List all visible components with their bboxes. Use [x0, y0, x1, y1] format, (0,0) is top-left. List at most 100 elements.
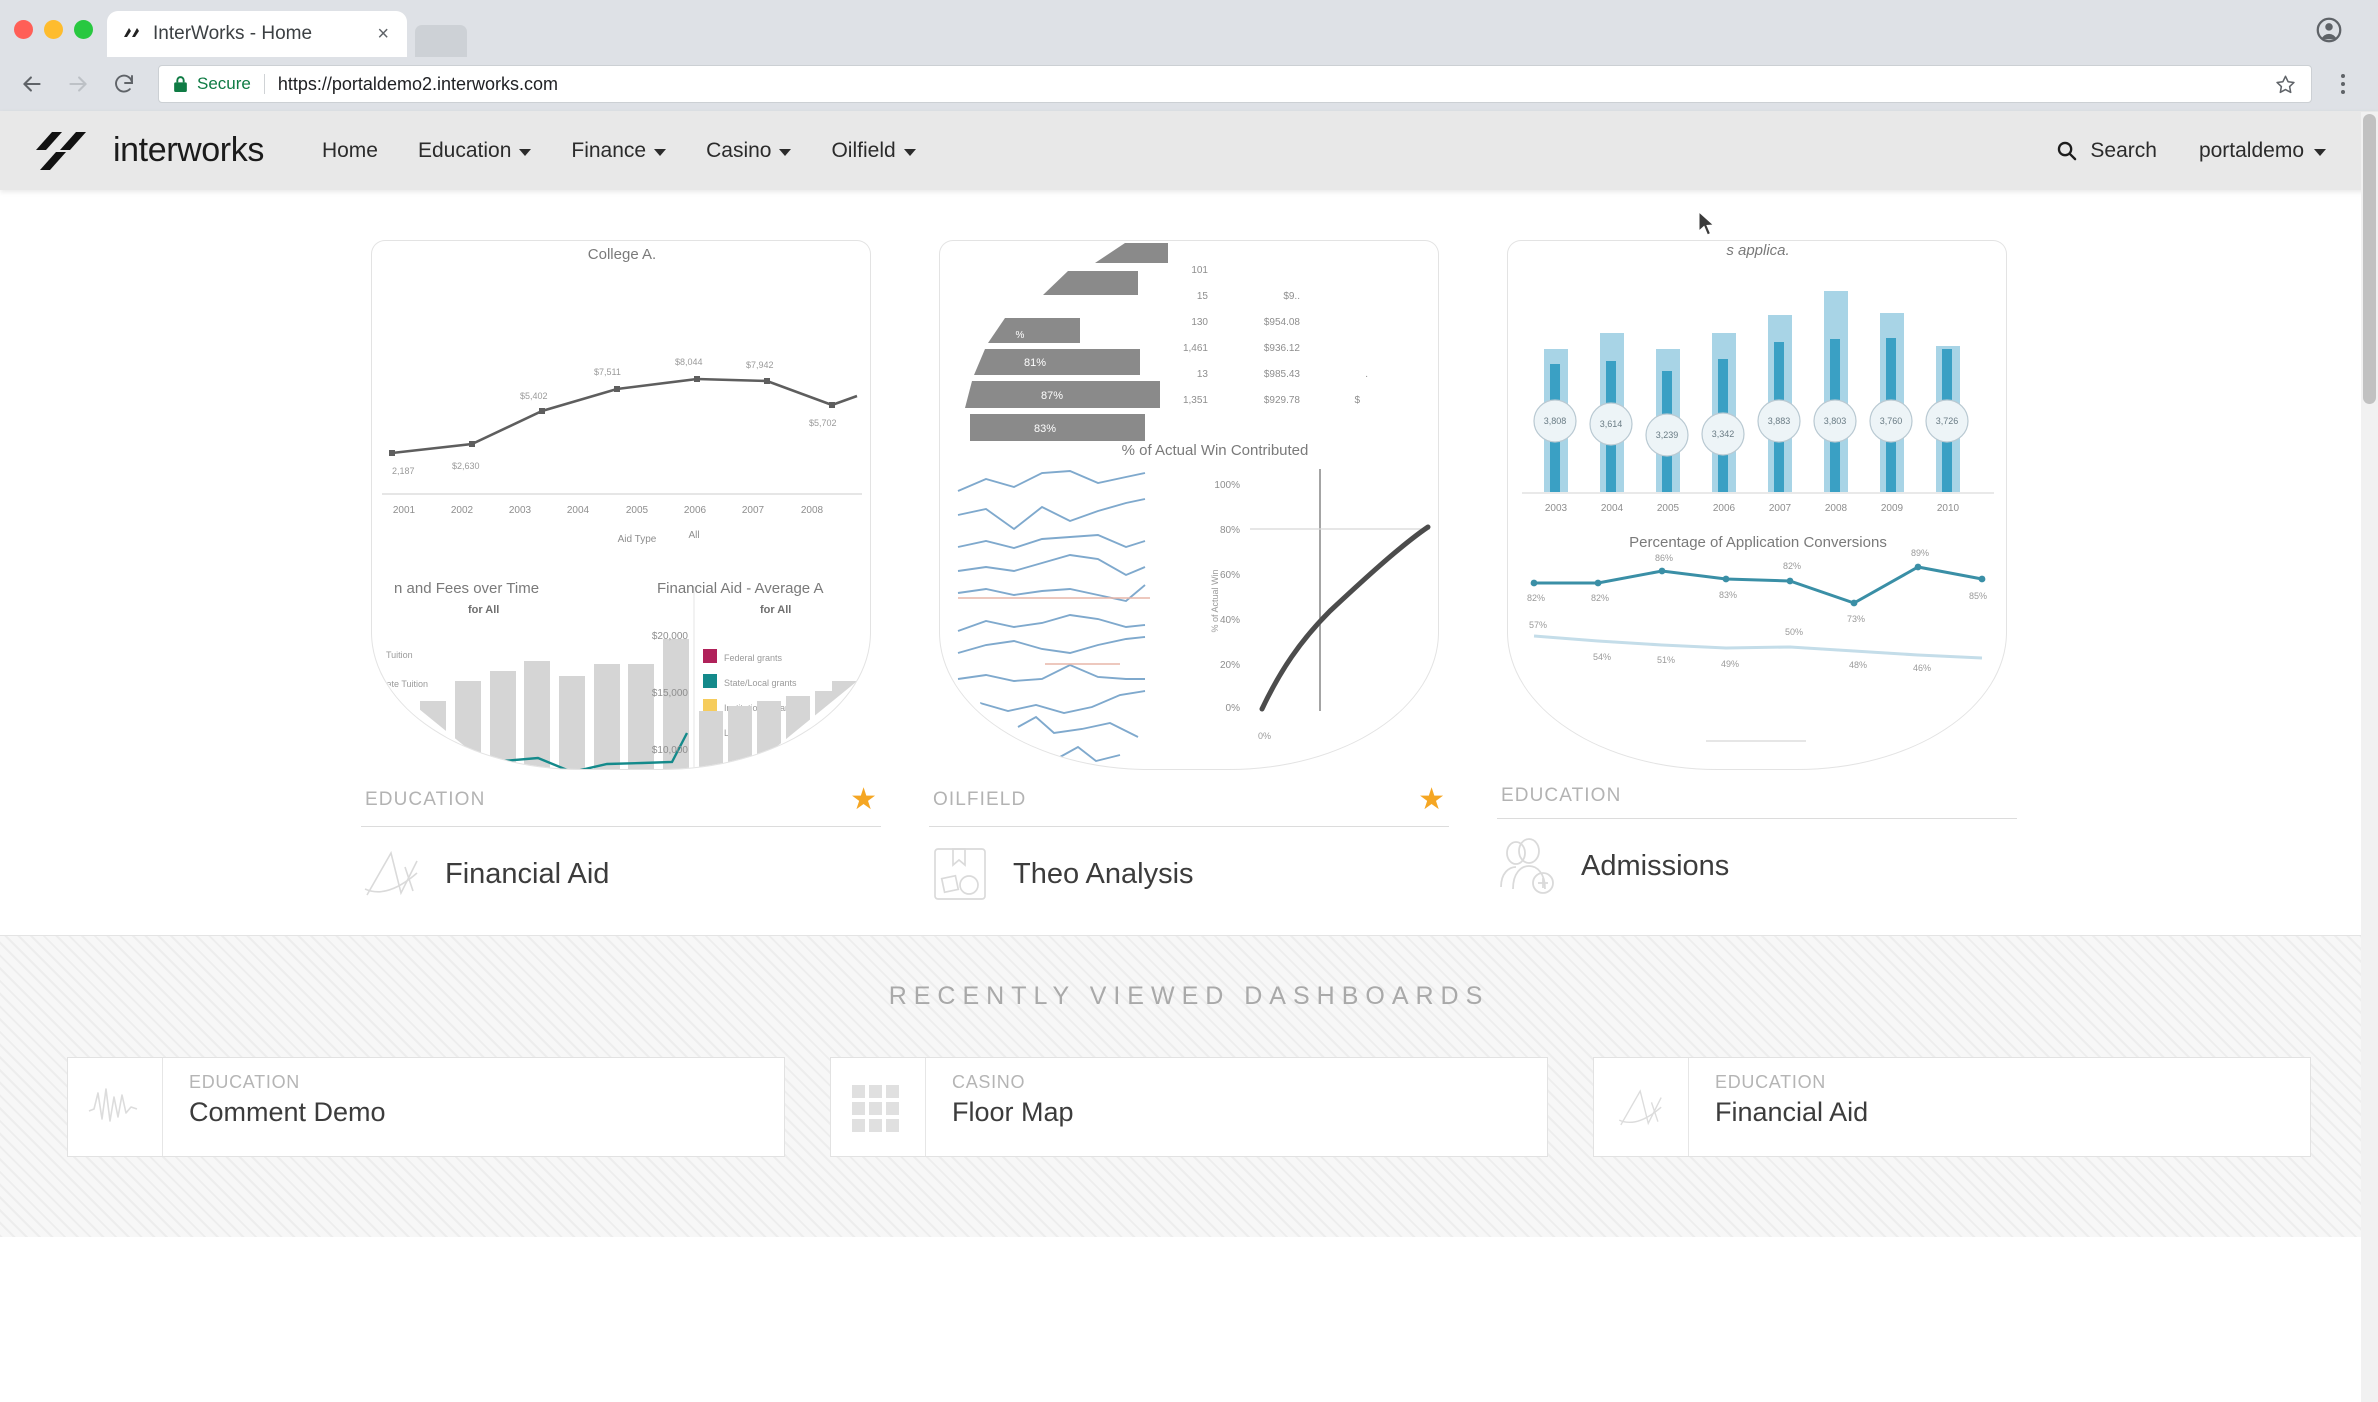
svg-text:0%: 0%	[1258, 731, 1271, 741]
svg-text:46%: 46%	[1913, 663, 1931, 673]
svg-text:20%: 20%	[1220, 660, 1240, 671]
search-button[interactable]: Search	[2055, 139, 2157, 163]
recent-item-title: Financial Aid	[1715, 1097, 1868, 1128]
nav-item-oilfield[interactable]: Oilfield	[813, 129, 933, 173]
svg-text:2003: 2003	[509, 505, 532, 516]
svg-text:81%: 81%	[1024, 357, 1046, 369]
recent-item-body: CASINO Floor Map	[926, 1058, 1074, 1156]
svg-text:%: %	[1016, 330, 1025, 341]
recent-icon-box	[1594, 1058, 1689, 1156]
grid-squares-icon	[850, 1083, 906, 1131]
svg-text:$929.78: $929.78	[1264, 395, 1301, 406]
svg-text:2008: 2008	[1825, 503, 1848, 514]
dashboard-thumbnail[interactable]: s applica.	[1497, 240, 2017, 785]
tab-title: InterWorks - Home	[153, 23, 363, 45]
user-menu-button[interactable]: portaldemo	[2199, 139, 2326, 163]
line-chart-scribble-icon	[361, 843, 423, 905]
svg-text:2005: 2005	[626, 505, 649, 516]
brand-wordmark: interworks	[113, 131, 264, 170]
dashboard-card-theo-analysis[interactable]: 81% 87% 83% % 10115 1301,461 131,351 $9.…	[929, 240, 1449, 905]
svg-text:State/Local grants: State/Local grants	[724, 678, 797, 688]
recently-viewed-section: RECENTLY VIEWED DASHBOARDS EDUCATION Com…	[0, 935, 2378, 1237]
chevron-down-icon	[779, 149, 791, 156]
chevron-down-icon	[519, 149, 531, 156]
svg-text:$954.08: $954.08	[1264, 317, 1301, 328]
reload-icon[interactable]	[104, 64, 144, 104]
svg-text:$5,702: $5,702	[809, 418, 837, 428]
url-text: https://portaldemo2.interworks.com	[278, 74, 2265, 95]
back-arrow-icon[interactable]	[12, 64, 52, 104]
dashboard-thumbnail[interactable]: College A. 2,187 $2,630 $5,402 $7,511 $8…	[361, 240, 881, 785]
card-title-row[interactable]: Theo Analysis	[929, 827, 1449, 905]
svg-text:$936.12: $936.12	[1264, 343, 1301, 354]
svg-text:2009: 2009	[1881, 503, 1904, 514]
chevron-down-icon	[2314, 149, 2326, 156]
svg-text:130: 130	[1191, 317, 1208, 328]
recent-item-floor-map[interactable]: CASINO Floor Map	[830, 1057, 1548, 1157]
card-category: EDUCATION	[365, 789, 485, 811]
address-bar[interactable]: Secure https://portaldemo2.interworks.co…	[158, 65, 2312, 103]
window-traffic-lights[interactable]	[14, 20, 107, 57]
nav-label: Oilfield	[831, 139, 895, 163]
svg-text:% of Actual Win Contributed: % of Actual Win Contributed	[1122, 442, 1309, 459]
svg-text:Aid Type: Aid Type	[618, 534, 657, 545]
svg-text:50%: 50%	[1785, 627, 1803, 637]
minimize-window-button[interactable]	[44, 20, 63, 39]
recent-item-financial-aid[interactable]: EDUCATION Financial Aid	[1593, 1057, 2311, 1157]
svg-text:d Board: d Board	[378, 737, 410, 747]
recent-item-title: Comment Demo	[189, 1097, 386, 1128]
svg-text:100%: 100%	[1214, 480, 1240, 491]
brand-logo[interactable]: interworks	[34, 130, 264, 172]
dashboard-thumbnail[interactable]: 81% 87% 83% % 10115 1301,461 131,351 $9.…	[929, 240, 1449, 785]
card-meta-row: EDUCATION ★	[361, 785, 881, 827]
svg-text:51%: 51%	[1657, 655, 1675, 665]
nav-item-casino[interactable]: Casino	[688, 129, 809, 173]
browser-toolbar: Secure https://portaldemo2.interworks.co…	[0, 57, 2378, 111]
account-avatar-icon[interactable]	[2314, 15, 2344, 45]
vertical-scrollbar[interactable]	[2361, 112, 2378, 1402]
browser-chrome: InterWorks - Home × Secure https://po	[0, 0, 2378, 111]
line-chart-scribble-icon	[1613, 1083, 1669, 1131]
close-tab-button[interactable]: ×	[373, 24, 393, 44]
recent-item-title: Floor Map	[952, 1097, 1074, 1128]
recently-viewed-list: EDUCATION Comment Demo CASINO Floor Map	[0, 1057, 2378, 1157]
svg-text:83%: 83%	[1034, 423, 1056, 435]
recent-item-comment-demo[interactable]: EDUCATION Comment Demo	[67, 1057, 785, 1157]
star-outline-icon[interactable]	[2274, 73, 2297, 96]
dashboard-card-financial-aid[interactable]: College A. 2,187 $2,630 $5,402 $7,511 $8…	[361, 240, 881, 905]
favorite-star-icon[interactable]: ★	[850, 785, 877, 815]
nav-item-education[interactable]: Education	[400, 129, 549, 173]
scrollbar-thumb[interactable]	[2363, 114, 2376, 404]
svg-text:All: All	[688, 530, 699, 541]
svg-text:85%: 85%	[1969, 591, 1987, 601]
svg-text:86%: 86%	[1655, 553, 1673, 563]
browser-tab[interactable]: InterWorks - Home ×	[107, 11, 407, 57]
dashboard-card-admissions[interactable]: s applica.	[1497, 240, 2017, 905]
nav-label: Casino	[706, 139, 771, 163]
svg-text:54%: 54%	[1593, 652, 1611, 662]
svg-text:82%: 82%	[1591, 593, 1609, 603]
close-window-button[interactable]	[14, 20, 33, 39]
svg-text:$15,000: $15,000	[652, 688, 689, 699]
svg-text:$2,630: $2,630	[452, 461, 480, 471]
recent-item-category: EDUCATION	[189, 1072, 386, 1093]
nav-item-finance[interactable]: Finance	[553, 129, 684, 173]
svg-text:$10,000: $10,000	[652, 745, 689, 756]
lock-icon	[173, 75, 188, 93]
chevron-down-icon	[904, 149, 916, 156]
card-title-row[interactable]: Financial Aid	[361, 827, 881, 905]
svg-text:3,239: 3,239	[1656, 430, 1679, 440]
svg-text:% of Actual Win: % of Actual Win	[1210, 569, 1220, 632]
nav-item-home[interactable]: Home	[304, 129, 396, 173]
svg-text:$5,402: $5,402	[520, 391, 548, 401]
svg-text:49%: 49%	[1721, 659, 1739, 669]
favorite-star-icon[interactable]: ★	[1418, 785, 1445, 815]
maximize-window-button[interactable]	[74, 20, 93, 39]
svg-text:57%: 57%	[1529, 620, 1547, 630]
card-title-row[interactable]: Admissions	[1497, 819, 2017, 897]
card-category: OILFIELD	[933, 789, 1026, 811]
header-right-actions: Search portaldemo	[2055, 139, 2344, 163]
kebab-menu-icon[interactable]	[2326, 74, 2360, 94]
new-tab-button[interactable]	[415, 25, 467, 57]
svg-text:Tuition: Tuition	[386, 650, 413, 660]
